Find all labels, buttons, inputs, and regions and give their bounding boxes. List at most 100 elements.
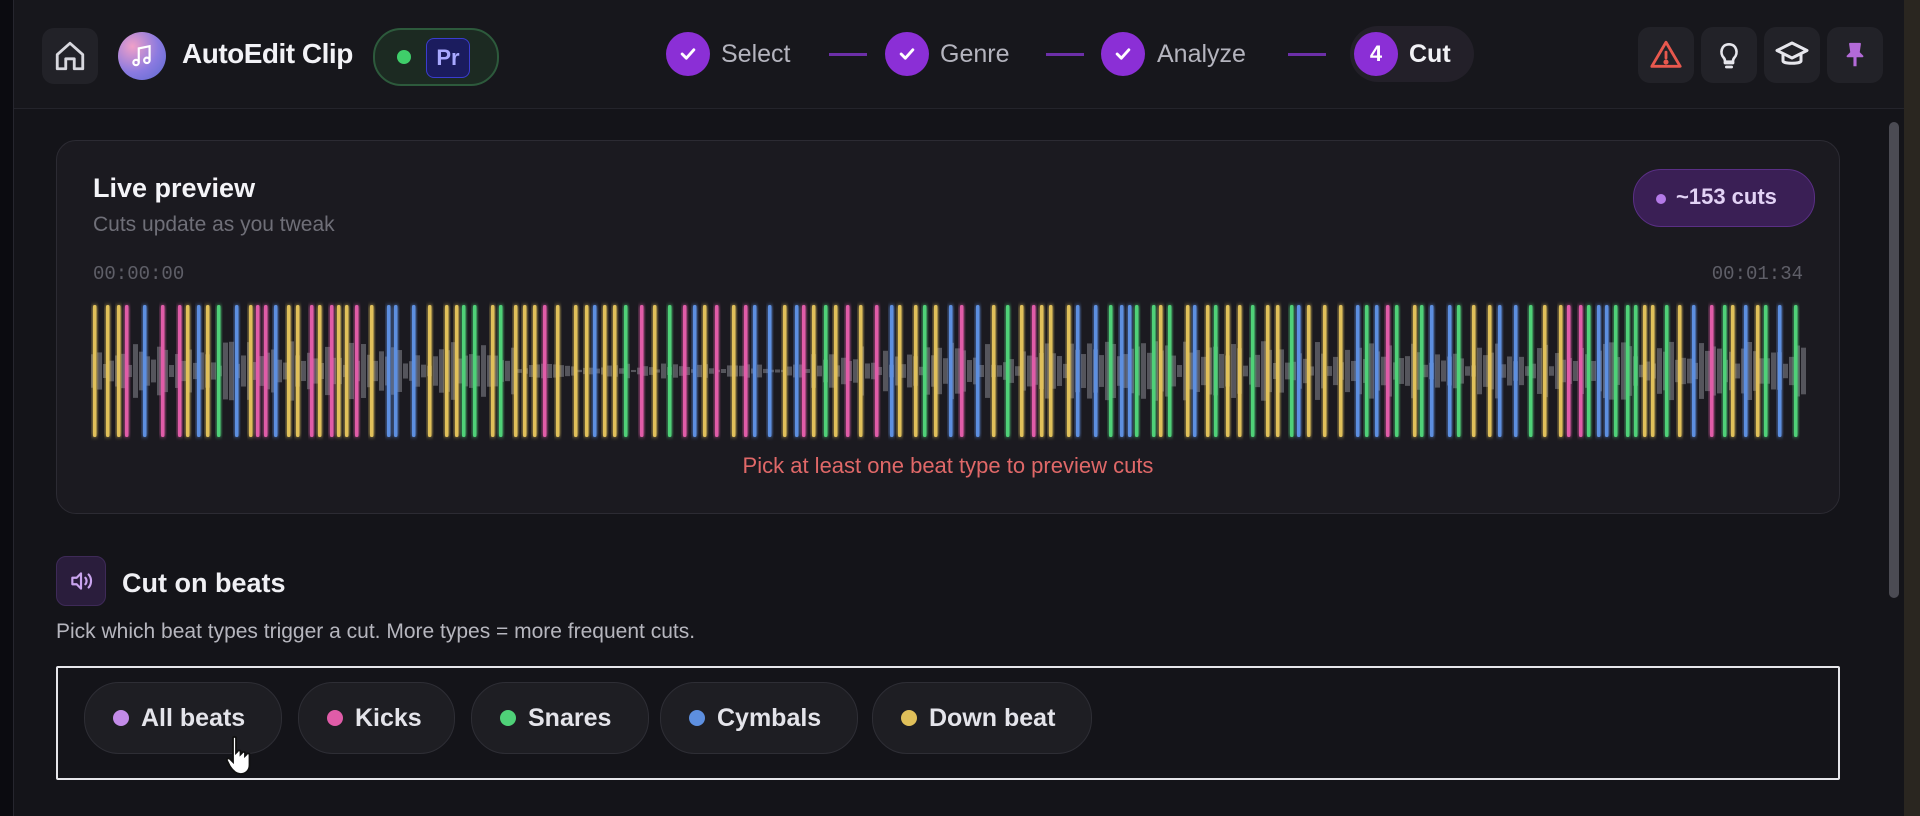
beat-marker: [1597, 305, 1601, 437]
beat-marker: [186, 305, 190, 437]
step-connector: [1288, 53, 1326, 56]
waveform-bar: [1783, 363, 1788, 379]
waveform-bar: [547, 363, 552, 379]
waveform-bar: [1435, 354, 1440, 388]
waveform-bar: [1771, 352, 1776, 390]
beat-marker: [318, 305, 322, 437]
beat-marker: [1168, 305, 1172, 437]
chip-cymbals[interactable]: Cymbals: [660, 682, 858, 754]
waveform-bar: [565, 365, 570, 377]
step-cut-number[interactable]: 4: [1354, 32, 1398, 76]
waveform-bar: [1507, 356, 1512, 386]
beat-marker: [1651, 305, 1655, 437]
beat-marker: [1020, 305, 1024, 437]
beat-marker: [143, 305, 147, 437]
beat-marker: [1076, 305, 1080, 437]
beat-marker: [412, 305, 416, 437]
waveform-bar: [829, 354, 834, 388]
waveform-bar: [1483, 355, 1488, 387]
beat-marker: [976, 305, 980, 437]
chip-kicks[interactable]: Kicks: [298, 682, 455, 754]
waveform-bar: [607, 365, 612, 377]
waveform-bar: [1519, 356, 1524, 386]
beat-marker: [1692, 305, 1696, 437]
step-cut-label[interactable]: Cut: [1409, 40, 1451, 69]
waveform-bar: [577, 369, 582, 373]
cuts-count-badge: ~153 cuts: [1633, 169, 1815, 227]
host-connection-pill[interactable]: Pr: [373, 28, 499, 86]
music-note-icon: [132, 44, 151, 67]
vertical-scrollbar[interactable]: [1887, 108, 1901, 816]
waveform-bar: [1687, 358, 1692, 384]
beat-marker: [732, 305, 736, 437]
waveform-bar: [517, 369, 522, 373]
tips-button[interactable]: [1701, 27, 1757, 83]
chip-down-beat[interactable]: Down beat: [872, 682, 1092, 754]
waveform-bar: [757, 364, 762, 378]
step-select-label[interactable]: Select: [721, 40, 790, 69]
waveform-bar: [1681, 357, 1686, 385]
beat-marker: [117, 305, 121, 437]
beat-marker: [1120, 305, 1124, 437]
beat-marker: [1094, 305, 1098, 437]
waveform-bar: [661, 363, 666, 379]
waveform-bar: [1381, 356, 1386, 386]
waveform-bar: [1285, 362, 1290, 380]
beat-marker: [1710, 305, 1714, 437]
beat-marker: [1206, 305, 1210, 437]
waveform-bar: [181, 360, 186, 382]
waveform-bar: [223, 342, 228, 400]
waveform-bar: [1657, 348, 1662, 394]
beat-marker: [875, 305, 879, 437]
beat-marker: [744, 305, 748, 437]
beat-marker: [1488, 305, 1492, 437]
waveform-bar: [1699, 343, 1704, 399]
beat-marker: [217, 305, 221, 437]
waveform-bar: [403, 363, 408, 379]
home-button[interactable]: [42, 28, 98, 84]
graduation-cap-icon: [1775, 41, 1809, 65]
beat-marker: [310, 305, 314, 437]
beat-marker: [992, 305, 996, 437]
chip-snares[interactable]: Snares: [471, 682, 649, 754]
pin-button[interactable]: [1827, 27, 1883, 83]
warning-button[interactable]: [1638, 27, 1694, 83]
step-connector: [829, 53, 867, 56]
beat-marker: [1214, 305, 1218, 437]
tutorial-button[interactable]: [1764, 27, 1820, 83]
beat-marker: [898, 305, 902, 437]
home-icon: [55, 41, 85, 71]
step-connector: [1046, 53, 1084, 56]
scrollbar-thumb[interactable]: [1889, 122, 1899, 598]
step-analyze-label[interactable]: Analyze: [1157, 40, 1246, 69]
waveform-bar: [775, 369, 780, 373]
beat-marker: [274, 305, 278, 437]
waveform-bar: [439, 349, 444, 393]
waveform-bar: [505, 360, 510, 382]
step-genre-check[interactable]: [885, 32, 929, 76]
beat-marker: [543, 305, 547, 437]
waveform-bar: [1705, 350, 1710, 392]
beat-marker: [1375, 305, 1379, 437]
waveform-bar: [865, 363, 870, 379]
step-genre-label[interactable]: Genre: [940, 40, 1009, 69]
beat-marker: [1778, 305, 1782, 437]
beat-marker: [1605, 305, 1609, 437]
step-analyze-check[interactable]: [1101, 32, 1145, 76]
waveform-bar: [721, 368, 726, 374]
beat-marker: [355, 305, 359, 437]
beat-marker: [1472, 305, 1476, 437]
waveform-bar: [985, 344, 990, 398]
beat-marker: [1395, 305, 1399, 437]
waveform-bar: [301, 360, 306, 382]
waveform-bar: [1465, 366, 1470, 376]
beat-marker: [1040, 305, 1044, 437]
beat-marker: [934, 305, 938, 437]
step-select-check[interactable]: [666, 32, 710, 76]
waveform-bar: [1327, 366, 1332, 376]
waveform-bar: [1243, 365, 1248, 377]
beat-marker: [161, 305, 165, 437]
waveform-bar: [709, 368, 714, 374]
waveform-bar: [1369, 343, 1374, 399]
beat-waveform[interactable]: [91, 301, 1807, 441]
